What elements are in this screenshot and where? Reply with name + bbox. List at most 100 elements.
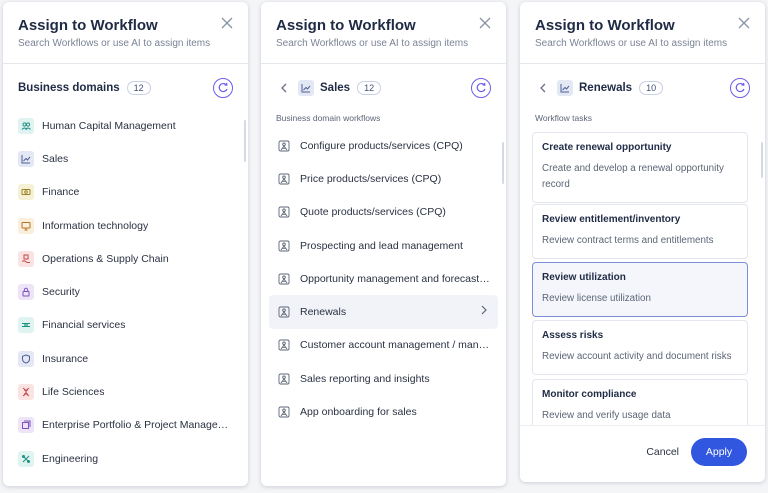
workflow-icon xyxy=(276,238,292,254)
panel-subtitle: Search Workflows or use AI to assign ite… xyxy=(276,38,469,49)
task-description: Create and develop a renewal opportunity… xyxy=(542,163,724,190)
workflow-item[interactable]: Prospecting and lead management xyxy=(269,229,498,262)
workflow-icon xyxy=(276,171,292,187)
workflow-item[interactable]: Customer account management / manage... xyxy=(269,329,498,362)
workflow-item[interactable]: App onboarding for sales xyxy=(269,395,498,428)
cancel-button[interactable]: Cancel xyxy=(646,446,679,458)
chevron-left-icon xyxy=(540,83,546,93)
header-divider xyxy=(261,63,506,64)
scrollbar[interactable] xyxy=(761,142,763,178)
workflow-item-label: Configure products/services (CPQ) xyxy=(300,139,463,152)
task-description: Review license utilization xyxy=(542,293,651,304)
section-title: Business domains xyxy=(18,82,120,94)
domain-item[interactable]: Life Sciences xyxy=(11,375,240,408)
domain-item[interactable]: Enterprise Portfolio & Project Managemen… xyxy=(11,409,240,442)
money-icon xyxy=(18,317,34,334)
ai-assign-button[interactable] xyxy=(730,78,750,98)
workflow-icon xyxy=(276,271,292,287)
ai-refresh-icon xyxy=(476,82,486,93)
panel-subtitle: Search Workflows or use AI to assign ite… xyxy=(18,38,211,49)
workflow-item[interactable]: Price products/services (CPQ) xyxy=(269,162,498,195)
workflow-item[interactable]: Opportunity management and forecasting xyxy=(269,262,498,295)
domain-item[interactable]: Engineering xyxy=(11,442,240,475)
workflow-item[interactable]: Quote products/services (CPQ) xyxy=(269,196,498,229)
panel-title: Assign to Workflow xyxy=(276,17,416,34)
monitor-icon xyxy=(18,217,34,234)
task-description: Review and verify usage data xyxy=(542,410,671,421)
count-badge: 12 xyxy=(126,81,151,95)
tools-icon xyxy=(18,450,34,467)
panel-subtitle: Search Workflows or use AI to assign ite… xyxy=(535,38,728,49)
workflow-item[interactable]: Configure products/services (CPQ) xyxy=(269,129,498,162)
ai-refresh-icon xyxy=(735,82,745,93)
section-sublabel: Business domain workflows xyxy=(276,113,381,123)
count-badge: 12 xyxy=(357,81,382,95)
close-icon[interactable] xyxy=(737,16,751,30)
domain-item-label: Insurance xyxy=(42,352,89,365)
domain-item[interactable]: Human Capital Management xyxy=(11,109,240,142)
workflow-icon xyxy=(276,337,292,353)
domain-item-label: Information technology xyxy=(42,219,149,232)
task-card[interactable]: Review entitlement/inventory Review contr… xyxy=(532,204,748,259)
section-header: Business domains 12 xyxy=(18,78,151,98)
scrollbar[interactable] xyxy=(502,142,504,184)
ai-assign-button[interactable] xyxy=(471,78,491,98)
domain-item[interactable]: Information technology xyxy=(11,209,240,242)
workflow-item-label: Price products/services (CPQ) xyxy=(300,172,442,185)
domain-item-label: Security xyxy=(42,286,80,299)
renewals-tasks-panel: Assign to Workflow Search Workflows or u… xyxy=(520,2,765,482)
task-description: Review contract terms and entitlements xyxy=(542,235,714,246)
breadcrumb: Renewals 10 xyxy=(535,78,664,98)
ai-refresh-icon xyxy=(218,82,228,93)
sales-workflows-panel: Assign to Workflow Search Workflows or u… xyxy=(261,2,506,486)
domain-item-label: Human Capital Management xyxy=(42,119,176,132)
domain-item-label: Enterprise Portfolio & Project Managemen… xyxy=(42,419,232,432)
domain-item[interactable]: Sales xyxy=(11,142,240,175)
task-card[interactable]: Assess risks Review account activity and … xyxy=(532,320,748,375)
back-button[interactable] xyxy=(535,80,551,96)
task-description: Review account activity and document ris… xyxy=(542,351,732,362)
header-divider xyxy=(3,63,248,64)
task-card[interactable]: Review utilization Review license utiliza… xyxy=(532,262,748,317)
workflow-icon xyxy=(276,204,292,220)
workflow-item-label: Opportunity management and forecasting xyxy=(300,272,490,285)
domain-item[interactable]: Insurance xyxy=(11,342,240,375)
hand-box-icon xyxy=(18,250,34,267)
task-title: Assess risks xyxy=(542,330,604,341)
workflow-icon xyxy=(276,138,292,154)
domain-item[interactable]: Finance xyxy=(11,176,240,209)
workflow-item-label: Sales reporting and insights xyxy=(300,372,430,385)
domain-list: Human Capital Management Sales Finance Info… xyxy=(11,109,240,475)
domain-item[interactable]: Financial services xyxy=(11,309,240,342)
workflow-item-label: Quote products/services (CPQ) xyxy=(300,206,446,219)
chevron-right-icon xyxy=(480,305,488,318)
footer: Cancel Apply xyxy=(520,425,765,482)
task-title: Review utilization xyxy=(542,272,626,283)
workflow-item[interactable]: Sales reporting and insights xyxy=(269,362,498,395)
task-title: Create renewal opportunity xyxy=(542,142,672,153)
task-title: Review entitlement/inventory xyxy=(542,214,681,225)
domain-item-label: Sales xyxy=(42,152,69,165)
domain-item[interactable]: Operations & Supply Chain xyxy=(11,242,240,275)
line-chart-icon xyxy=(18,150,34,167)
domain-item-label: Engineering xyxy=(42,452,99,465)
ai-assign-button[interactable] xyxy=(213,78,233,98)
workflow-item-label: Prospecting and lead management xyxy=(300,239,463,252)
apply-button[interactable]: Apply xyxy=(691,438,747,466)
domain-item[interactable]: Security xyxy=(11,275,240,308)
workflow-item-label: Renewals xyxy=(300,306,347,319)
task-card[interactable]: Create renewal opportunity Create and dev… xyxy=(532,132,748,203)
workflow-icon xyxy=(276,304,292,320)
close-icon[interactable] xyxy=(478,16,492,30)
workflow-item[interactable]: Renewals xyxy=(269,295,498,329)
close-icon[interactable] xyxy=(220,16,234,30)
breadcrumb: Sales 12 xyxy=(276,78,382,98)
task-title: Monitor compliance xyxy=(542,389,637,400)
domain-item-label: Financial services xyxy=(42,319,126,332)
domain-item-label: Operations & Supply Chain xyxy=(42,252,169,265)
back-button[interactable] xyxy=(276,80,292,96)
workflow-item-label: Customer account management / manage... xyxy=(300,339,490,352)
scrollbar[interactable] xyxy=(244,120,246,162)
workflow-list: Configure products/services (CPQ) Price p… xyxy=(269,129,498,429)
workflow-item-label: App onboarding for sales xyxy=(300,406,417,419)
